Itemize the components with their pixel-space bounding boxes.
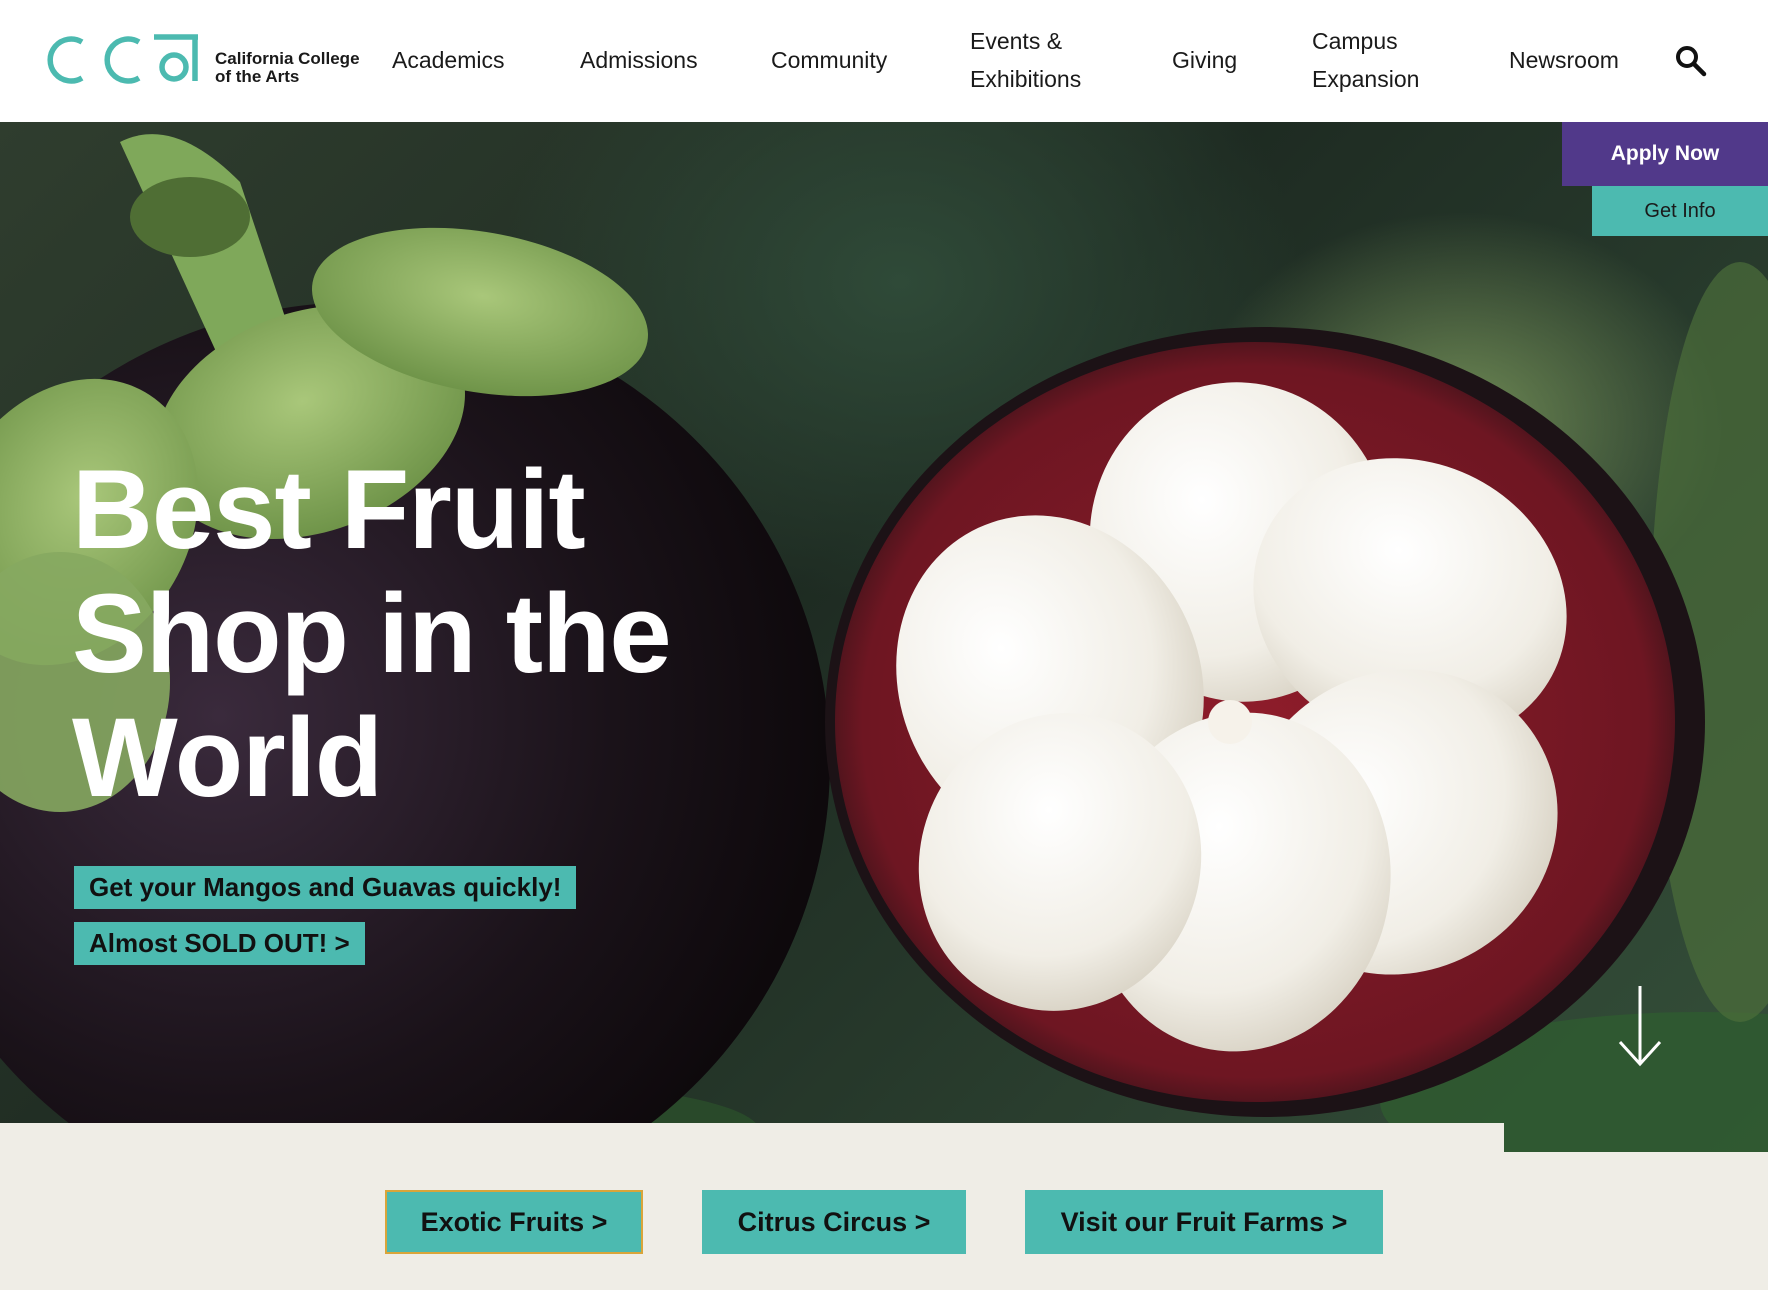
hero-title: Best Fruit Shop in the World xyxy=(72,448,772,820)
nav-campus-label-2: Expansion xyxy=(1312,66,1420,92)
nav-events-label-1: Events & xyxy=(970,28,1063,54)
nav-community-label: Community xyxy=(771,47,888,73)
logo-text: California College of the Arts xyxy=(215,50,360,86)
citrus-circus-button[interactable]: Citrus Circus > xyxy=(702,1190,966,1254)
site-header: California College of the Arts Academics… xyxy=(0,0,1768,122)
hero-title-line-2: Shop in the xyxy=(72,571,672,696)
nav-community[interactable]: Community xyxy=(771,41,887,79)
hero-image-overhang xyxy=(1504,1123,1768,1152)
nav-giving[interactable]: Giving xyxy=(1172,41,1237,79)
nav-events-label-2: Exhibitions xyxy=(970,66,1082,92)
cca-logo[interactable] xyxy=(42,34,202,90)
exotic-fruits-button[interactable]: Exotic Fruits > xyxy=(385,1190,643,1254)
nav-campus-label-1: Campus xyxy=(1312,28,1398,54)
apply-now-button[interactable]: Apply Now xyxy=(1562,122,1768,186)
nav-admissions-label: Admissions xyxy=(580,47,698,73)
get-info-button[interactable]: Get Info xyxy=(1592,186,1768,236)
nav-academics-label: Academics xyxy=(392,47,505,73)
nav-admissions[interactable]: Admissions xyxy=(580,41,698,79)
logo-line-1: California College xyxy=(215,49,360,68)
hero-title-line-3: World xyxy=(72,695,383,820)
scroll-down-button[interactable] xyxy=(1616,986,1664,1068)
search-icon xyxy=(1676,46,1707,77)
search-button[interactable] xyxy=(1674,44,1708,78)
nav-newsroom-label: Newsroom xyxy=(1509,47,1619,73)
nav-newsroom[interactable]: Newsroom xyxy=(1509,41,1619,79)
logo-line-2: of the Arts xyxy=(215,67,300,86)
hero-title-line-1: Best Fruit xyxy=(72,447,586,572)
tagline-sold-out-link[interactable]: Almost SOLD OUT! > xyxy=(74,922,365,965)
nav-campus-expansion[interactable]: Campus Expansion xyxy=(1312,22,1419,98)
arrow-down-icon xyxy=(1618,986,1662,1067)
tagline-mangos-guavas[interactable]: Get your Mangos and Guavas quickly! xyxy=(74,866,577,909)
nav-giving-label: Giving xyxy=(1172,47,1238,73)
nav-academics[interactable]: Academics xyxy=(392,41,504,79)
nav-events-exhibitions[interactable]: Events & Exhibitions xyxy=(970,22,1081,98)
visit-fruit-farms-button[interactable]: Visit our Fruit Farms > xyxy=(1025,1190,1383,1254)
